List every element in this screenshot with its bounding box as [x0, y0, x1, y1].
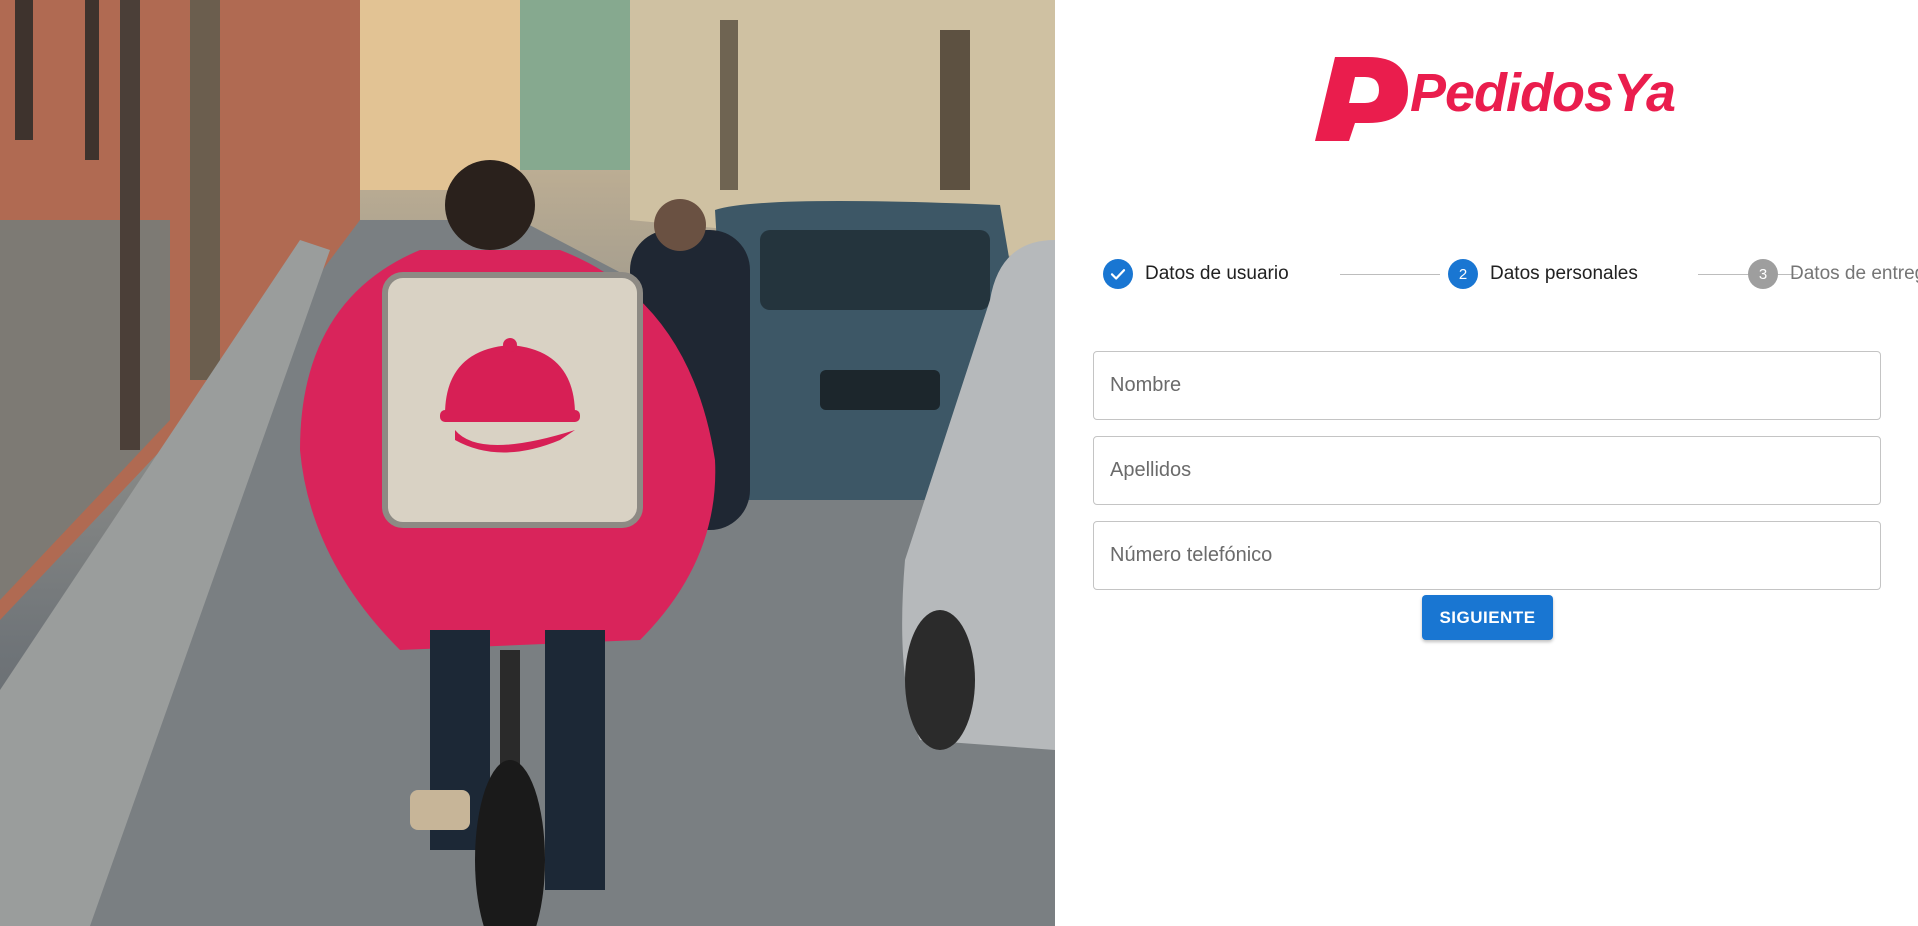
- step-label: Datos personales: [1490, 263, 1638, 284]
- check-icon: [1103, 259, 1133, 289]
- signup-panel: PedidosYa Datos de usuario 2 Datos perso…: [1055, 0, 1918, 926]
- delivery-rider-photo: [0, 0, 1055, 926]
- first-name-input[interactable]: [1094, 352, 1880, 419]
- step-number-badge: 3: [1748, 259, 1778, 289]
- first-name-field: [1093, 351, 1881, 420]
- step-label: Datos de entrega: [1790, 263, 1918, 284]
- step-datos-de-entrega[interactable]: 3 Datos de entrega: [1748, 258, 1918, 290]
- step-number-badge: 2: [1448, 259, 1478, 289]
- step-datos-de-usuario[interactable]: Datos de usuario: [1103, 258, 1289, 290]
- step-label: Datos de usuario: [1145, 263, 1289, 284]
- step-connector: [1340, 274, 1440, 275]
- registration-stepper: Datos de usuario 2 Datos personales 3 Da…: [1103, 258, 1918, 290]
- hero-photo: [0, 0, 1055, 926]
- phone-field: [1093, 521, 1881, 590]
- next-button[interactable]: SIGUIENTE: [1422, 595, 1553, 640]
- last-name-input[interactable]: [1094, 437, 1880, 504]
- step-datos-personales[interactable]: 2 Datos personales: [1448, 258, 1638, 290]
- phone-input[interactable]: [1094, 522, 1880, 589]
- brand-name: PedidosYa: [1410, 63, 1676, 123]
- last-name-field: [1093, 436, 1881, 505]
